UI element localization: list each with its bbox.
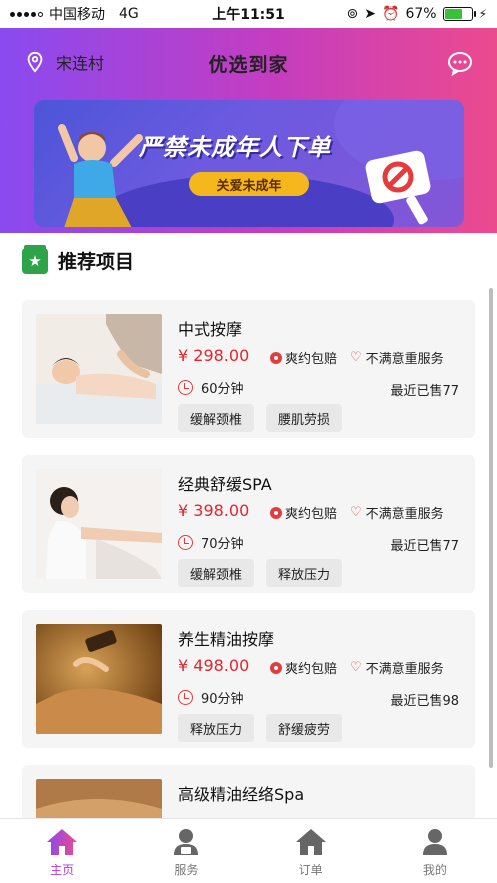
recommended-section-header: ★ 推荐项目 bbox=[0, 233, 497, 288]
service-card[interactable]: 养生精油按摩 ¥ 498.00 爽约包赔 ♡ 不满意重服务 90分钟 最近已售98… bbox=[22, 610, 475, 748]
refund-label: 不满意重服务 bbox=[365, 662, 444, 677]
guarantee-label: 爽约包赔 bbox=[285, 352, 338, 367]
status-bar: 中国移动 4G 上午11:51 ⊚ ➤ ⏰ 67% ⚡ bbox=[0, 0, 497, 28]
prohibited-sign-icon bbox=[365, 150, 431, 225]
carrier-label: 中国移动 bbox=[49, 7, 105, 23]
clock-icon bbox=[178, 380, 193, 395]
person-illustration bbox=[58, 124, 143, 227]
header: 宋连村 优选到家 严禁未成年人下单 关爱未成年 bbox=[0, 28, 497, 233]
service-tag: 舒缓疲劳 bbox=[266, 714, 343, 742]
service-card[interactable]: 中式按摩 ¥ 298.00 爽约包赔 ♡ 不满意重服务 60分钟 最近已售77 缓… bbox=[22, 300, 475, 438]
service-card[interactable]: 高级精油经络Spa bbox=[22, 765, 475, 818]
battery-percent: 67% bbox=[405, 6, 437, 22]
refund-badge: ♡ 不满意重服务 bbox=[350, 503, 444, 522]
message-icon[interactable] bbox=[447, 50, 473, 76]
heart-icon: ♡ bbox=[350, 660, 362, 675]
signal-icon bbox=[10, 11, 43, 17]
promo-banner[interactable]: 严禁未成年人下单 关爱未成年 bbox=[34, 100, 464, 227]
order-icon bbox=[295, 829, 326, 855]
sold-count: 最近已售98 bbox=[390, 694, 459, 709]
alarm-icon: ⏰ bbox=[382, 6, 400, 22]
refund-label: 不满意重服务 bbox=[365, 352, 444, 367]
guarantee-badge: 爽约包赔 bbox=[270, 503, 337, 522]
duration-label: 60分钟 bbox=[201, 382, 244, 397]
refund-badge: ♡ 不满意重服务 bbox=[350, 658, 444, 677]
guarantee-label: 爽约包赔 bbox=[285, 662, 338, 677]
service-thumbnail bbox=[36, 314, 162, 424]
lock-rotation-icon: ⊚ bbox=[346, 6, 359, 22]
service-price: ¥ 498.00 bbox=[178, 656, 250, 675]
service-name: 中式按摩 bbox=[178, 320, 243, 339]
bottom-tab-bar: 主页 服务 订单 我的 bbox=[0, 818, 497, 883]
location-arrow-icon: ➤ bbox=[364, 6, 376, 22]
shield-icon bbox=[270, 351, 282, 364]
service-tag: 释放压力 bbox=[178, 714, 255, 742]
tab-order[interactable]: 订单 bbox=[249, 819, 373, 883]
service-list[interactable]: 中式按摩 ¥ 298.00 爽约包赔 ♡ 不满意重服务 60分钟 最近已售77 缓… bbox=[0, 288, 497, 818]
tab-home[interactable]: 主页 bbox=[0, 819, 124, 883]
service-thumbnail bbox=[36, 469, 162, 579]
service-tag: 缓解颈椎 bbox=[178, 559, 255, 587]
duration-info: 90分钟 bbox=[178, 688, 244, 707]
duration-label: 70分钟 bbox=[201, 537, 244, 552]
tab-service[interactable]: 服务 bbox=[124, 819, 248, 883]
service-name: 养生精油按摩 bbox=[178, 630, 275, 649]
home-icon bbox=[47, 829, 78, 855]
service-tag: 释放压力 bbox=[266, 559, 343, 587]
scrollbar[interactable] bbox=[489, 288, 493, 768]
duration-info: 70分钟 bbox=[178, 533, 244, 552]
page-title: 优选到家 bbox=[208, 54, 289, 76]
service-name: 经典舒缓SPA bbox=[178, 475, 272, 494]
refund-label: 不满意重服务 bbox=[365, 507, 444, 522]
charging-icon: ⚡ bbox=[478, 7, 487, 21]
sold-count: 最近已售77 bbox=[390, 539, 459, 554]
star-badge-icon: ★ bbox=[22, 244, 48, 274]
service-thumbnail bbox=[36, 779, 162, 818]
service-price: ¥ 398.00 bbox=[178, 501, 250, 520]
network-label: 4G bbox=[119, 6, 139, 22]
tab-label: 订单 bbox=[298, 863, 323, 877]
section-title: 推荐项目 bbox=[58, 251, 135, 273]
tab-label: 服务 bbox=[174, 863, 199, 877]
tab-label: 主页 bbox=[50, 863, 75, 877]
service-price: ¥ 298.00 bbox=[178, 346, 250, 365]
service-tag: 缓解颈椎 bbox=[178, 404, 255, 432]
battery-icon bbox=[442, 7, 476, 21]
duration-label: 90分钟 bbox=[201, 692, 244, 707]
clock-icon bbox=[178, 690, 193, 705]
service-icon bbox=[174, 829, 199, 855]
service-thumbnail bbox=[36, 624, 162, 734]
guarantee-label: 爽约包赔 bbox=[285, 507, 338, 522]
refund-badge: ♡ 不满意重服务 bbox=[350, 348, 444, 367]
duration-info: 60分钟 bbox=[178, 378, 244, 397]
banner-tag: 关爱未成年 bbox=[189, 172, 309, 196]
shield-icon bbox=[270, 506, 282, 519]
clock-icon bbox=[178, 535, 193, 550]
service-tag: 腰肌劳损 bbox=[266, 404, 343, 432]
tab-label: 我的 bbox=[422, 863, 447, 877]
service-card[interactable]: 经典舒缓SPA ¥ 398.00 爽约包赔 ♡ 不满意重服务 70分钟 最近已售7… bbox=[22, 455, 475, 593]
heart-icon: ♡ bbox=[350, 350, 362, 365]
tab-profile[interactable]: 我的 bbox=[373, 819, 497, 883]
banner-headline: 严禁未成年人下单 bbox=[139, 135, 331, 161]
guarantee-badge: 爽约包赔 bbox=[270, 348, 337, 367]
sold-count: 最近已售77 bbox=[390, 384, 459, 399]
guarantee-badge: 爽约包赔 bbox=[270, 658, 337, 677]
shield-icon bbox=[270, 661, 282, 674]
heart-icon: ♡ bbox=[350, 505, 362, 520]
service-name: 高级精油经络Spa bbox=[178, 785, 305, 804]
profile-icon bbox=[422, 829, 447, 855]
